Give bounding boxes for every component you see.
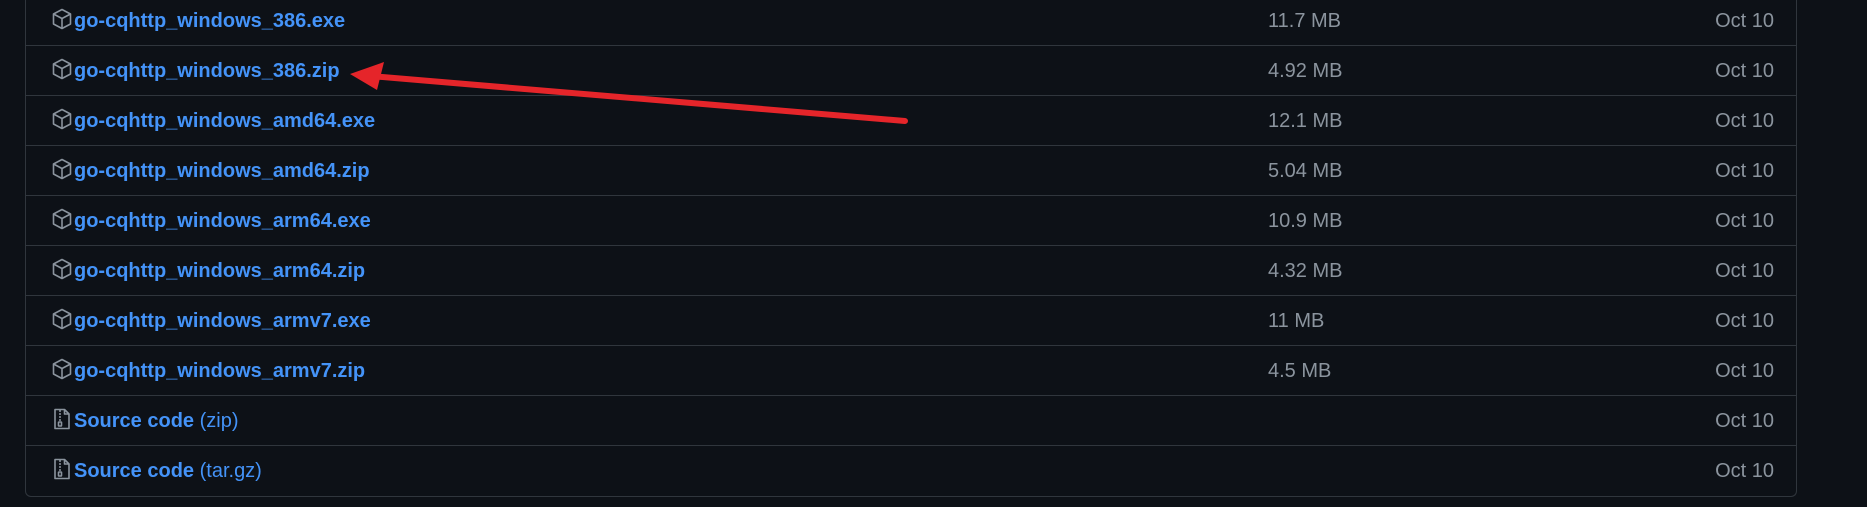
asset-date: Oct 10 (1715, 260, 1774, 282)
asset-row: go-cqhttp_windows_amd64.zip 5.04 MB Oct … (26, 146, 1796, 196)
asset-size: 12.1 MB (1268, 110, 1343, 132)
asset-date: Oct 10 (1715, 110, 1774, 132)
release-assets-list: go-cqhttp_windows_386.exe 11.7 MB Oct 10… (25, 0, 1797, 497)
asset-date: Oct 10 (1715, 410, 1774, 432)
asset-size: 4.5 MB (1268, 360, 1332, 382)
package-icon (50, 257, 74, 281)
asset-size: 4.92 MB (1268, 60, 1343, 82)
source-code-link[interactable]: Source code (tar.gz) (74, 459, 262, 483)
asset-row: Source code (zip) Oct 10 (26, 396, 1796, 446)
asset-row: go-cqhttp_windows_386.zip 4.92 MB Oct 10 (26, 46, 1796, 96)
asset-date: Oct 10 (1715, 310, 1774, 332)
package-icon (50, 157, 74, 181)
asset-row: go-cqhttp_windows_armv7.exe 11 MB Oct 10 (26, 296, 1796, 346)
asset-size: 11.7 MB (1268, 10, 1341, 32)
file-zip-icon (50, 457, 74, 481)
asset-row: go-cqhttp_windows_amd64.exe 12.1 MB Oct … (26, 96, 1796, 146)
asset-date: Oct 10 (1715, 60, 1774, 82)
asset-link[interactable]: go-cqhttp_windows_armv7.zip (74, 359, 365, 383)
asset-link[interactable]: go-cqhttp_windows_armv7.exe (74, 309, 371, 333)
asset-date: Oct 10 (1715, 10, 1774, 32)
package-icon (50, 107, 74, 131)
asset-date: Oct 10 (1715, 210, 1774, 232)
asset-date: Oct 10 (1715, 360, 1774, 382)
asset-link[interactable]: go-cqhttp_windows_arm64.exe (74, 209, 371, 233)
asset-link[interactable]: go-cqhttp_windows_amd64.zip (74, 159, 370, 183)
asset-link[interactable]: go-cqhttp_windows_amd64.exe (74, 109, 375, 133)
file-zip-icon (50, 407, 74, 431)
package-icon (50, 307, 74, 331)
asset-row: go-cqhttp_windows_armv7.zip 4.5 MB Oct 1… (26, 346, 1796, 396)
asset-row: go-cqhttp_windows_arm64.exe 10.9 MB Oct … (26, 196, 1796, 246)
asset-row: Source code (tar.gz) Oct 10 (26, 446, 1796, 496)
asset-link[interactable]: go-cqhttp_windows_386.exe (74, 9, 345, 33)
asset-date: Oct 10 (1715, 460, 1774, 482)
source-code-link[interactable]: Source code (zip) (74, 409, 239, 433)
asset-size: 11 MB (1268, 310, 1325, 332)
asset-link[interactable]: go-cqhttp_windows_arm64.zip (74, 259, 365, 283)
asset-date: Oct 10 (1715, 160, 1774, 182)
package-icon (50, 7, 74, 31)
asset-row: go-cqhttp_windows_arm64.zip 4.32 MB Oct … (26, 246, 1796, 296)
package-icon (50, 357, 74, 381)
asset-size: 5.04 MB (1268, 160, 1343, 182)
asset-size: 4.32 MB (1268, 260, 1343, 282)
package-icon (50, 207, 74, 231)
asset-size: 10.9 MB (1268, 210, 1343, 232)
asset-row: go-cqhttp_windows_386.exe 11.7 MB Oct 10 (26, 0, 1796, 46)
asset-link[interactable]: go-cqhttp_windows_386.zip (74, 59, 340, 83)
package-icon (50, 57, 74, 81)
